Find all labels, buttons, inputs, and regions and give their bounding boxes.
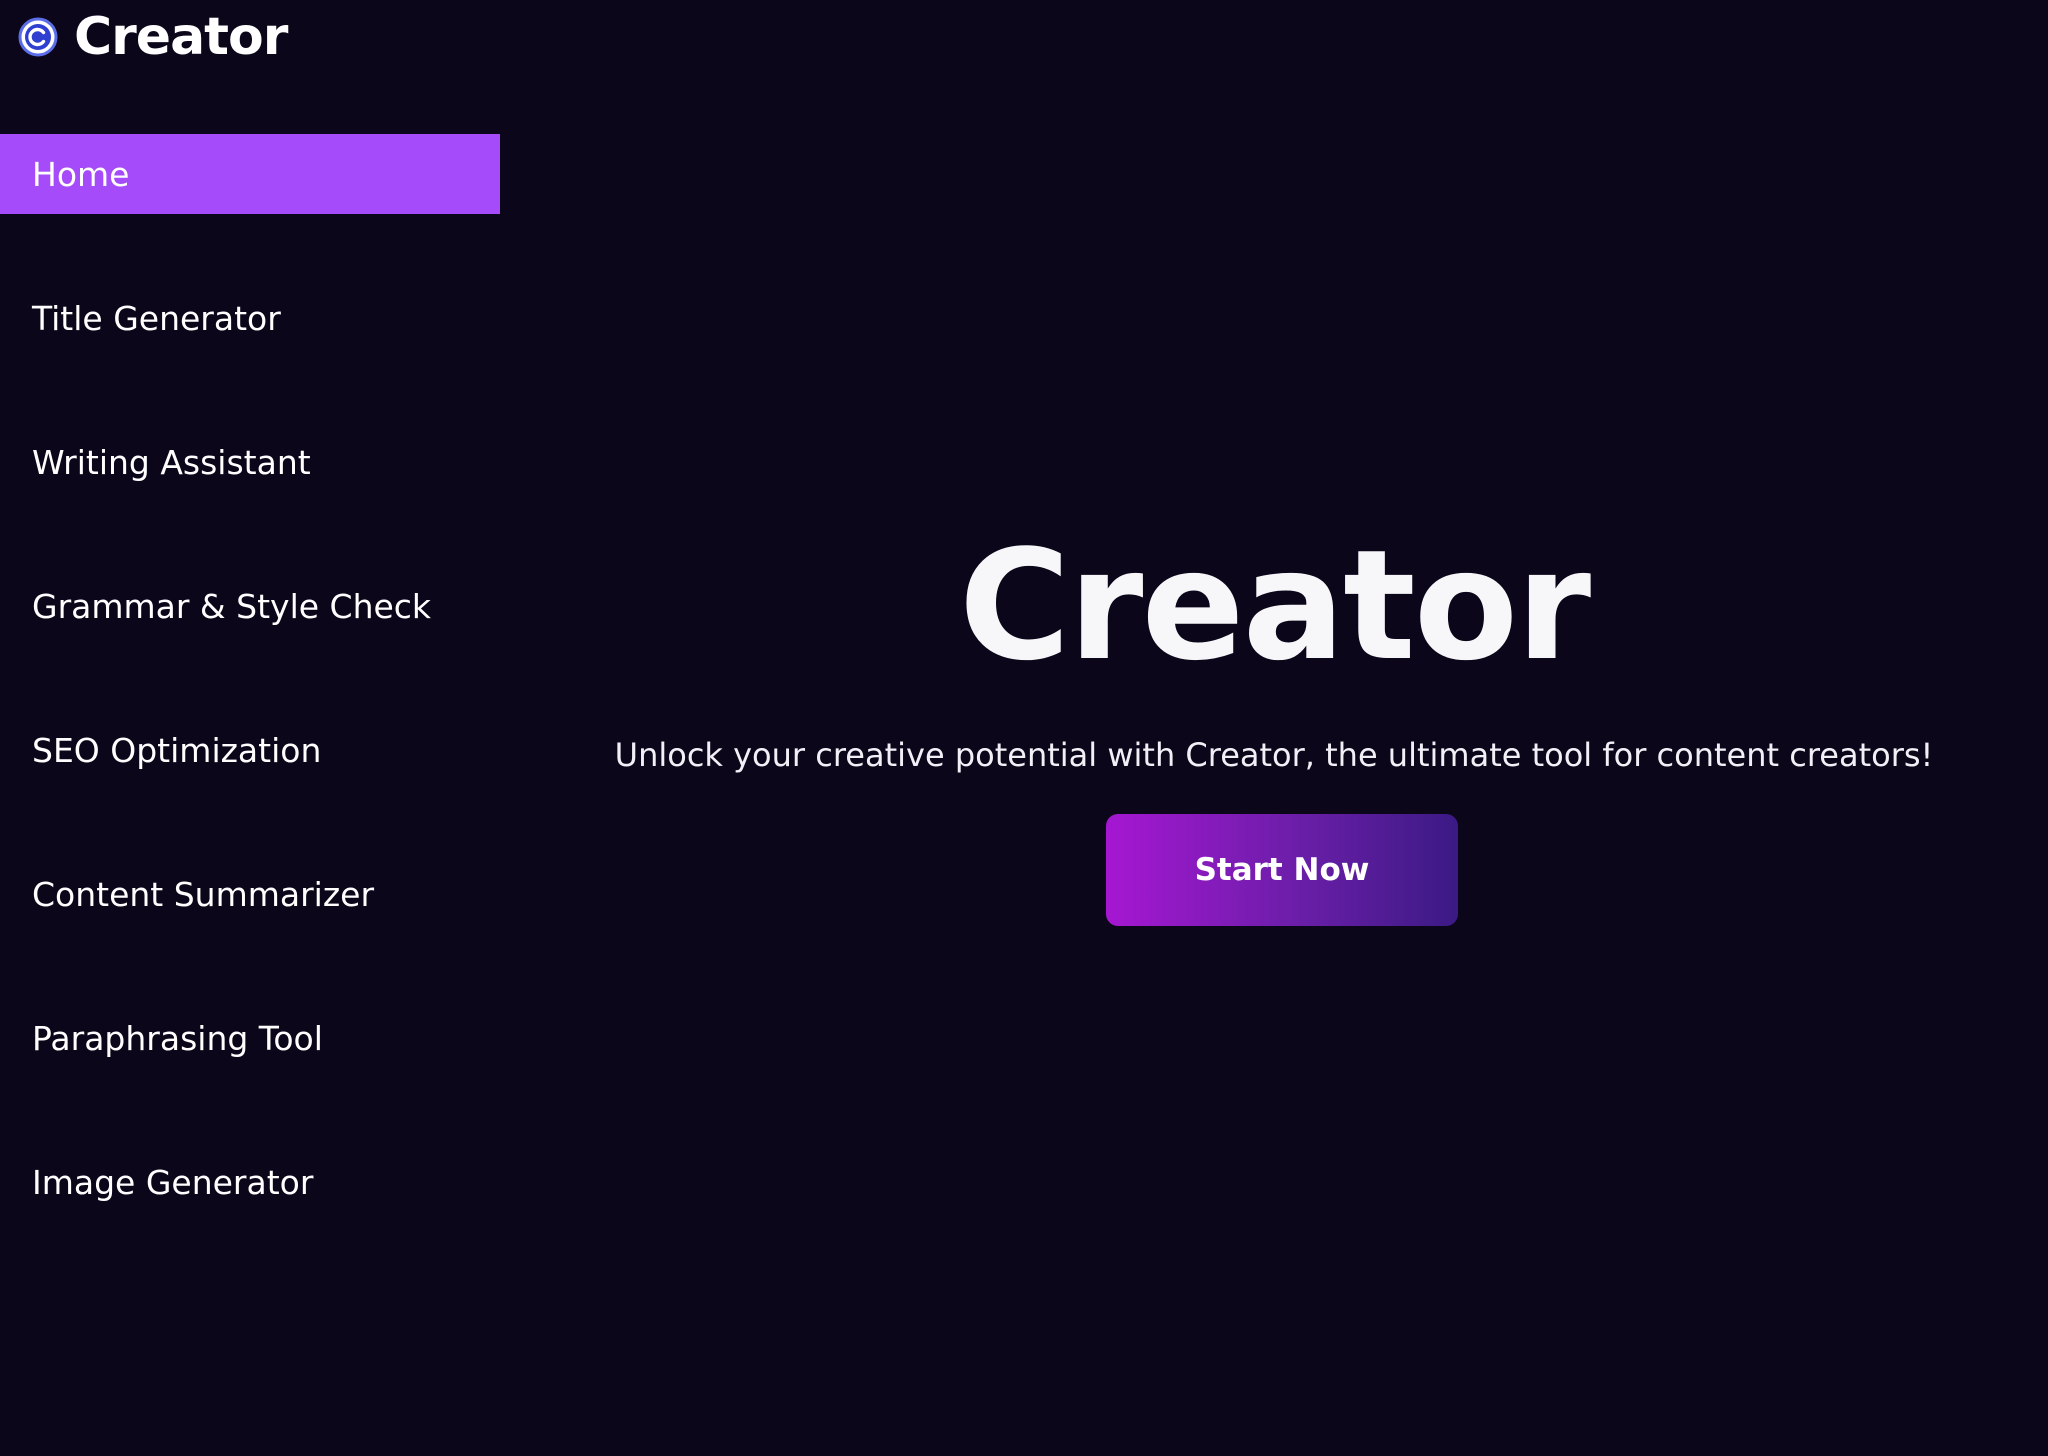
- sidebar-item-label: Grammar & Style Check: [32, 586, 432, 626]
- copyright-c-icon: [18, 17, 58, 57]
- sidebar-item-writing-assistant[interactable]: Writing Assistant: [0, 422, 500, 502]
- sidebar-item-label: Paraphrasing Tool: [32, 1018, 323, 1058]
- sidebar-item-home[interactable]: Home: [0, 134, 500, 214]
- sidebar-item-content-summarizer[interactable]: Content Summarizer: [0, 854, 500, 934]
- hero-title: Creator: [958, 517, 1591, 694]
- start-now-button[interactable]: Start Now: [1106, 814, 1458, 926]
- sidebar-item-label: SEO Optimization: [32, 730, 322, 770]
- sidebar-item-grammar-style-check[interactable]: Grammar & Style Check: [0, 566, 500, 646]
- sidebar-item-title-generator[interactable]: Title Generator: [0, 278, 500, 358]
- sidebar-item-label: Home: [32, 154, 130, 194]
- sidebar-item-label: Writing Assistant: [32, 442, 311, 482]
- brand-logo[interactable]: Creator: [18, 6, 288, 68]
- sidebar-item-seo-optimization[interactable]: SEO Optimization: [0, 710, 500, 790]
- sidebar-item-label: Content Summarizer: [32, 874, 375, 914]
- sidebar-item-label: Image Generator: [32, 1162, 314, 1202]
- hero-subtitle: Unlock your creative potential with Crea…: [614, 736, 1934, 774]
- brand-name: Creator: [74, 7, 288, 67]
- app-page: Creator Home Title Generator Writing Ass…: [0, 0, 2048, 1456]
- sidebar-item-paraphrasing-tool[interactable]: Paraphrasing Tool: [0, 998, 500, 1078]
- sidebar-item-image-generator[interactable]: Image Generator: [0, 1142, 500, 1222]
- sidebar-item-label: Title Generator: [32, 298, 281, 338]
- sidebar-nav: Home Title Generator Writing Assistant G…: [0, 134, 500, 1286]
